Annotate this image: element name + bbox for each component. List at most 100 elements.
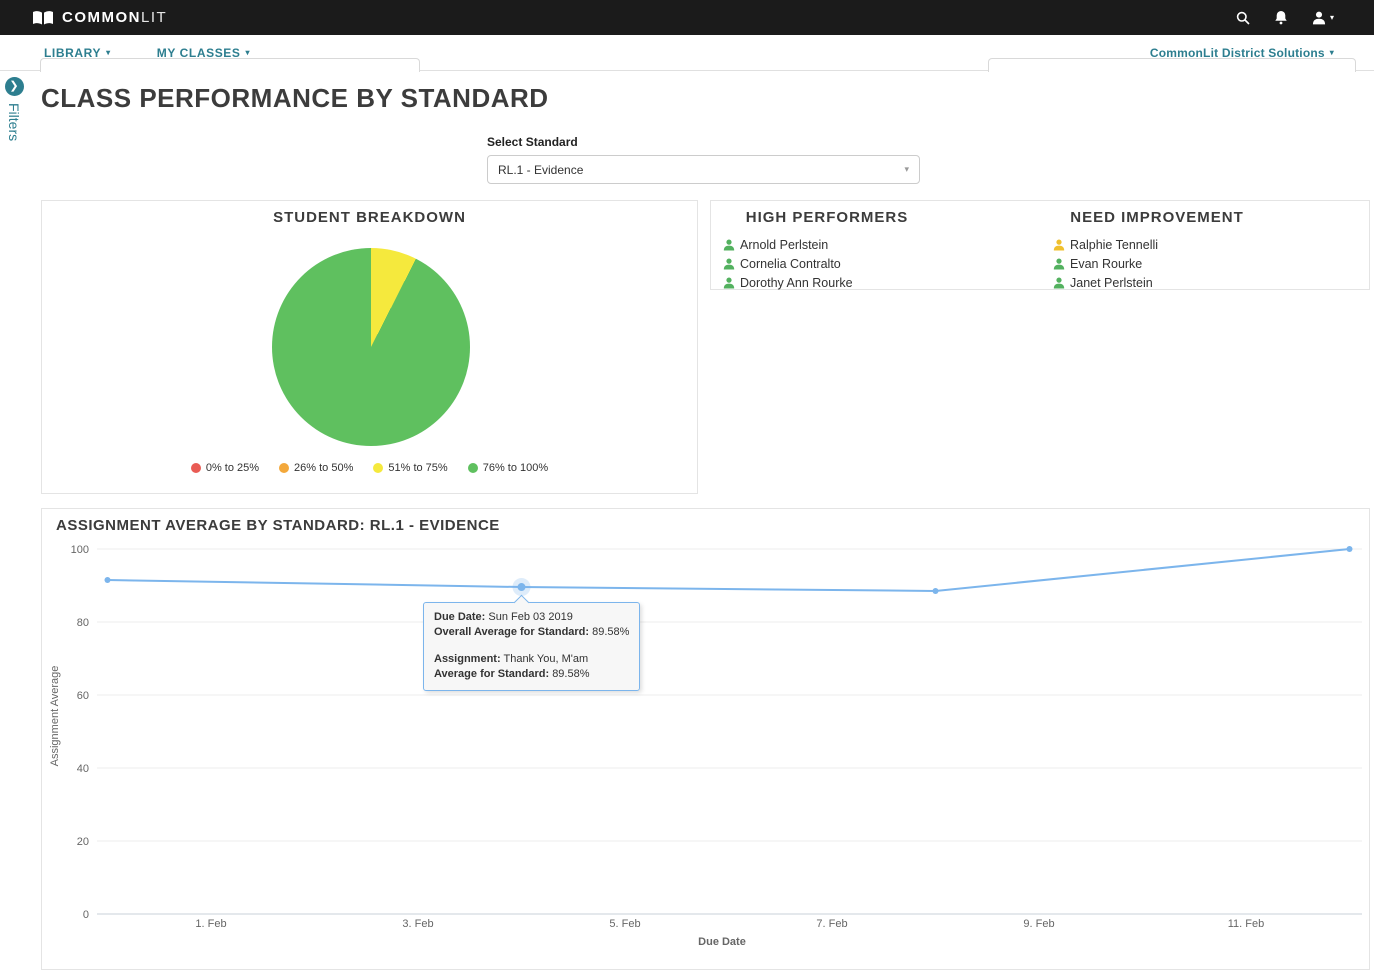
student-name: Dorothy Ann Rourke [740,275,853,290]
student-name: Cornelia Contralto [740,256,841,271]
chevron-down-icon: ▾ [904,164,909,174]
high-performers-title: HIGH PERFORMERS [745,209,909,226]
legend-item[interactable]: 26% to 50% [279,462,353,474]
chevron-down-icon: ▾ [106,48,111,57]
chart-tooltip: Due Date: Sun Feb 03 2019 Overall Averag… [423,602,641,691]
tooltip-line: Due Date: Sun Feb 03 2019 [434,610,629,625]
x-axis-title: Due Date [698,936,746,948]
need-improvement-title: NEED IMPROVEMENT [1070,209,1244,226]
legend-item[interactable]: 76% to 100% [467,462,549,474]
tooltip-assignment-label: Assignment: [434,652,501,665]
x-tick-label: 1. Feb [195,918,226,930]
user-icon [1312,11,1326,24]
y-tick-label: 40 [77,763,89,775]
assignment-average-panel: 0 20 40 60 80 100 1. Feb 3. Feb 5. Feb 7. Feb 9. F… [41,508,1370,970]
select-standard-label: Select Standard [487,135,578,149]
chevron-down-icon: ▾ [1329,48,1334,57]
tooltip-line: Average for Standard: 89.58% [434,667,629,682]
legend-dot-icon [467,463,478,473]
notifications-button[interactable] [1274,10,1288,25]
student-row[interactable]: Janet Perlstein [1053,273,1267,292]
data-point [932,587,939,594]
student-row[interactable]: Ralphie Tennelli [1053,235,1267,254]
need-improvement-list: Ralphie Tennelli Evan Rourke Janet Perlste… [1047,235,1267,292]
x-tick-label: 3. Feb [402,918,433,930]
standard-select-value: RL.1 - Evidence [498,162,584,177]
pie-chart[interactable] [272,248,470,446]
legend-item[interactable]: 0% to 25% [190,462,260,474]
y-tick-label: 80 [77,617,89,629]
y-tick-label: 0 [83,909,89,921]
breakdown-title: STUDENT BREAKDOWN [273,209,466,226]
tooltip-assignment-value: Thank You, M'am [503,652,589,665]
legend-dot-icon [190,463,201,473]
filters-label: Filters [6,103,22,142]
tooltip-overall-value: 89.58% [592,626,630,639]
student-row[interactable]: Evan Rourke [1053,254,1267,273]
tooltip-line: Assignment: Thank You, M'am [434,652,629,667]
y-tick-label: 100 [71,544,89,556]
tooltip-due-date-value: Sun Feb 03 2019 [488,611,573,623]
y-tick-label: 60 [77,690,89,702]
search-button[interactable] [1236,11,1250,25]
line-chart-svg[interactable]: 0 20 40 60 80 100 1. Feb 3. Feb 5. Feb 7. Feb 9. F… [42,509,1371,971]
series-line [107,548,1350,592]
tooltip-overall-label: Overall Average for Standard: [434,626,590,639]
bell-icon [1275,11,1287,25]
commonlit-logo[interactable]: COMMONLIT [32,9,167,26]
student-name: Janet Perlstein [1070,275,1153,290]
student-row[interactable]: Cornelia Contralto [723,254,937,273]
legend-label: 26% to 50% [294,462,354,474]
performers-panel: HIGH PERFORMERS Arnold Perlstein Cornelia… [710,200,1370,290]
search-icon [1236,11,1250,25]
x-tick-label: 9. Feb [1023,918,1054,930]
student-breakdown-panel: STUDENT BREAKDOWN 0% to 25% 26% to 50% 51%… [41,200,698,494]
need-improvement-column: NEED IMPROVEMENT Ralphie Tennelli Evan Ro… [1047,209,1267,292]
person-icon [1053,258,1065,269]
student-name: Ralphie Tennelli [1070,237,1159,252]
chevron-down-icon: ▾ [245,48,251,57]
high-performers-list: Arnold Perlstein Cornelia Contralto Doroth… [717,235,937,292]
person-icon [1053,277,1065,288]
student-name: Arnold Perlstein [740,237,829,252]
y-axis-title: Assignment Average [49,666,61,767]
legend-label: 0% to 25% [205,462,260,474]
tooltip-average-value: 89.58% [552,668,590,681]
expand-filters-icon[interactable]: ❯ [4,77,24,96]
top-navbar: COMMONLIT ▾ [0,0,1374,35]
book-icon [33,10,53,24]
tooltip-average-label: Average for Standard: [434,668,550,681]
brand-common: COMMON [62,9,141,26]
person-icon [1053,239,1065,250]
pie-legend: 0% to 25% 26% to 50% 51% to 75% 76% to 100% [42,462,697,474]
data-point [1346,546,1353,552]
cropped-filter-input[interactable] [988,58,1356,72]
line-chart-title: ASSIGNMENT AVERAGE BY STANDARD: RL.1 - E… [56,517,500,534]
student-row[interactable]: Dorothy Ann Rourke [723,273,937,292]
student-name: Evan Rourke [1070,256,1143,271]
student-row[interactable]: Arnold Perlstein [723,235,937,254]
filters-toggle[interactable]: ❯ Filters [3,77,25,141]
data-point-hovered [517,583,526,592]
x-tick-label: 11. Feb [1228,918,1265,930]
legend-label: 51% to 75% [388,462,448,474]
tooltip-spacer [434,641,629,652]
x-tick-label: 5. Feb [609,918,640,930]
tooltip-due-date-label: Due Date: [434,611,486,623]
data-point [104,577,111,584]
user-menu[interactable]: ▾ [1312,11,1334,25]
brand-text: COMMONLIT [62,9,167,26]
tooltip-line: Overall Average for Standard: 89.58% [434,625,629,640]
cropped-filter-input[interactable] [40,58,420,72]
legend-item[interactable]: 51% to 75% [373,462,448,474]
standard-select[interactable]: RL.1 - Evidence ▾ [487,155,920,184]
person-icon [723,277,735,288]
person-icon [723,239,735,250]
y-tick-label: 20 [77,836,89,848]
person-icon [723,258,735,269]
topbar-actions: ▾ [1236,10,1334,25]
page-title: CLASS PERFORMANCE BY STANDARD [41,83,549,113]
user-menu-caret-icon: ▾ [1329,13,1334,22]
legend-label: 76% to 100% [482,462,549,474]
high-performers-column: HIGH PERFORMERS Arnold Perlstein Cornelia… [717,209,937,292]
